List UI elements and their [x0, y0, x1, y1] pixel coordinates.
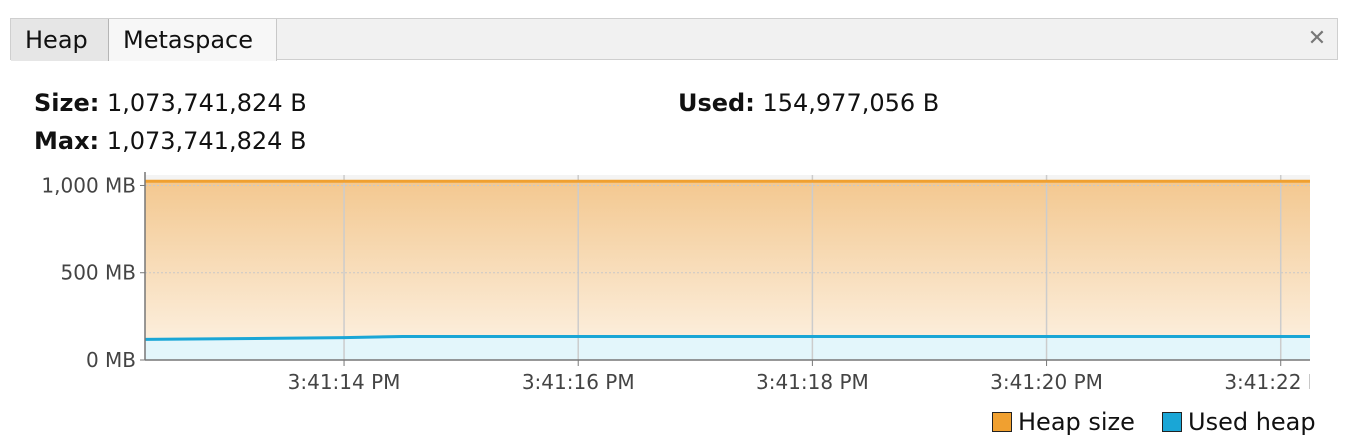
max-label: Max: [34, 127, 100, 155]
tab-metaspace[interactable]: Metaspace [109, 19, 277, 61]
tab-bar: Heap Metaspace ✕ [10, 18, 1338, 61]
x-tick-label-4: 3:41:22 PM [1224, 370, 1337, 394]
heap-chart: 1,000 MB 500 MB 0 MB 3:41:14 PM 3:41:16 PM 3:… [41, 172, 1337, 394]
legend-used-heap-label: Used heap [1188, 408, 1316, 436]
max-stat: Max: 1,073,741,824 B [34, 126, 306, 156]
y-tick-label-1: 500 MB [60, 261, 136, 285]
used-stat: Used: 154,977,056 B [678, 88, 939, 118]
close-icon[interactable]: ✕ [1303, 25, 1331, 53]
size-label: Size: [34, 89, 100, 117]
used-heap-area [145, 336, 1310, 360]
legend-heap-size-label: Heap size [1018, 408, 1135, 436]
used-value: 154,977,056 B [762, 89, 940, 117]
y-tick-label-0: 1,000 MB [41, 173, 136, 197]
size-value: 1,073,741,824 B [107, 89, 307, 117]
x-tick-label-2: 3:41:18 PM [756, 370, 869, 394]
size-stat: Size: 1,073,741,824 B [34, 88, 307, 118]
tab-heap[interactable]: Heap [11, 19, 109, 61]
x-tick-label-0: 3:41:14 PM [288, 370, 401, 394]
x-tick-label-3: 3:41:20 PM [990, 370, 1103, 394]
heap-size-area [145, 181, 1310, 360]
max-value: 1,073,741,824 B [106, 127, 307, 155]
legend-used-heap-swatch [1162, 412, 1182, 432]
used-label: Used: [678, 89, 755, 117]
y-tick-label-2: 0 MB [86, 348, 136, 372]
legend-heap-size-swatch [992, 412, 1012, 432]
legend-heap-size: Heap size [992, 405, 1135, 439]
x-tick-label-1: 3:41:16 PM [522, 370, 635, 394]
legend-used-heap: Used heap [1162, 405, 1316, 439]
